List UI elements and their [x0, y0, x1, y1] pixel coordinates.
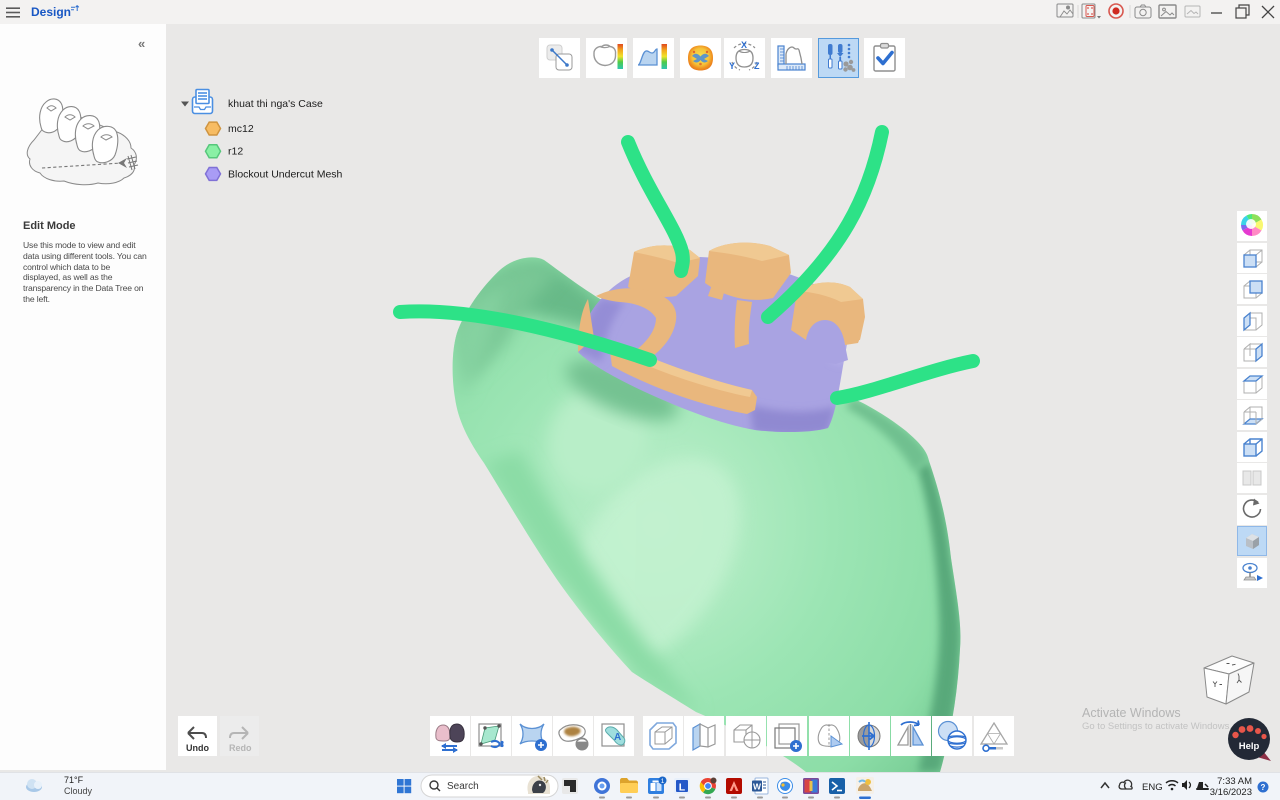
svg-text:r12: r12: [228, 146, 243, 158]
svg-text:L: L: [679, 782, 686, 794]
svg-text:Redo: Redo: [229, 743, 252, 753]
svg-text:X: X: [741, 40, 747, 50]
svg-text:khuat thi nga's Case: khuat thi nga's Case: [228, 98, 323, 110]
svg-text:Y: Y: [729, 61, 735, 71]
svg-text:3/16/2023: 3/16/2023: [1210, 787, 1252, 798]
svg-text:Search: Search: [447, 781, 479, 792]
svg-text:Z: Z: [754, 61, 760, 71]
svg-text:Undo: Undo: [186, 743, 209, 753]
svg-text:Help: Help: [1239, 741, 1260, 752]
svg-text:W: W: [753, 782, 762, 792]
svg-text:1: 1: [661, 778, 665, 785]
svg-text:mc12: mc12: [228, 123, 254, 135]
svg-text:Cloudy: Cloudy: [64, 786, 93, 796]
svg-text:7:33 AM: 7:33 AM: [1217, 776, 1252, 787]
svg-text:ENG: ENG: [1142, 782, 1163, 793]
svg-text:Blockout Undercut Mesh: Blockout Undercut Mesh: [228, 168, 343, 180]
svg-text:?: ?: [1261, 783, 1266, 792]
svg-text:71°F: 71°F: [64, 775, 84, 785]
svg-text:A: A: [614, 732, 621, 743]
